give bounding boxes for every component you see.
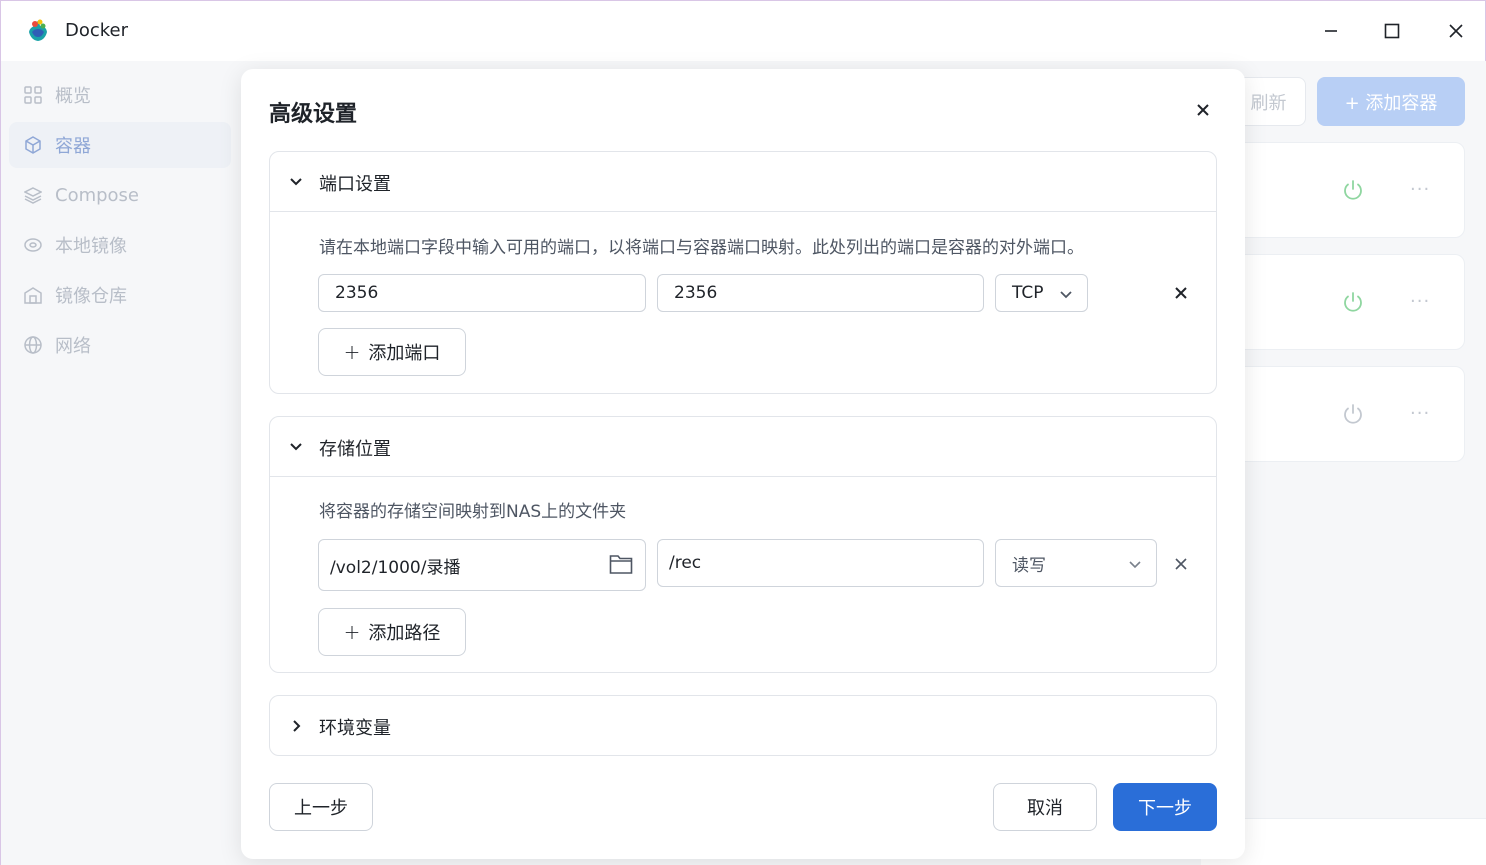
plus-icon: + bbox=[343, 340, 361, 364]
section-title: 端口设置 bbox=[319, 174, 391, 195]
window-close-button[interactable] bbox=[1440, 15, 1472, 47]
globe-icon bbox=[23, 335, 43, 355]
docker-logo bbox=[25, 18, 51, 44]
container-path-input[interactable]: /rec bbox=[657, 539, 984, 587]
local-port-value: 2356 bbox=[335, 283, 379, 303]
close-icon bbox=[1449, 24, 1463, 38]
sidebar-item-label: 本地镜像 bbox=[55, 236, 127, 257]
cube-icon bbox=[23, 135, 43, 155]
sidebar-item-label: 镜像仓库 bbox=[55, 286, 127, 307]
sidebar-item-containers[interactable]: 容器 bbox=[9, 122, 231, 168]
minimize-icon bbox=[1324, 24, 1338, 38]
chevron-down-icon bbox=[288, 174, 304, 190]
container-port-input[interactable]: 2356 bbox=[657, 274, 984, 312]
chevron-right-icon bbox=[288, 718, 304, 734]
remove-path-button[interactable] bbox=[1171, 555, 1191, 575]
access-mode-select[interactable]: 读写 bbox=[995, 539, 1157, 587]
maximize-icon bbox=[1384, 23, 1400, 39]
refresh-label: 刷新 bbox=[1250, 92, 1287, 114]
previous-step-button[interactable]: 上一步 bbox=[269, 783, 373, 831]
maximize-button[interactable] bbox=[1376, 15, 1408, 47]
sidebar-item-label: Compose bbox=[55, 184, 140, 206]
sidebar-item-registry[interactable]: 镜像仓库 bbox=[9, 272, 231, 318]
container-port-value: 2356 bbox=[674, 283, 718, 303]
chevron-down-icon bbox=[288, 439, 304, 455]
sidebar: 概览 容器 Compose 本地镜像 镜像仓库 网络 bbox=[1, 61, 241, 865]
next-step-button[interactable]: 下一步 bbox=[1113, 783, 1217, 831]
add-container-label: + 添加容器 bbox=[1344, 92, 1438, 114]
dialog-close-button[interactable] bbox=[1191, 99, 1215, 123]
sidebar-item-label: 概览 bbox=[55, 86, 91, 107]
add-port-label: 添加端口 bbox=[368, 343, 441, 364]
power-icon[interactable] bbox=[1342, 291, 1364, 317]
sidebar-item-local-images[interactable]: 本地镜像 bbox=[9, 222, 231, 268]
sidebar-item-overview[interactable]: 概览 bbox=[9, 72, 231, 118]
power-icon[interactable] bbox=[1342, 179, 1364, 205]
sidebar-item-network[interactable]: 网络 bbox=[9, 322, 231, 368]
protocol-value: TCP bbox=[1012, 283, 1044, 303]
power-icon[interactable] bbox=[1342, 403, 1364, 429]
protocol-select[interactable]: TCP bbox=[995, 274, 1088, 312]
section-title: 环境变量 bbox=[319, 718, 391, 739]
storage-description: 将容器的存储空间映射到NAS上的文件夹 bbox=[319, 502, 627, 522]
env-variables-section: 环境变量 bbox=[269, 695, 1217, 756]
cancel-button[interactable]: 取消 bbox=[993, 783, 1097, 831]
access-mode-value: 读写 bbox=[1012, 555, 1046, 576]
container-path-value: /rec bbox=[669, 553, 702, 573]
close-icon bbox=[1196, 102, 1210, 121]
add-container-button[interactable]: + 添加容器 bbox=[1317, 77, 1465, 126]
sidebar-item-compose[interactable]: Compose bbox=[9, 172, 231, 218]
sidebar-item-label: 容器 bbox=[55, 136, 91, 157]
port-description: 请在本地端口字段中输入可用的端口，以将端口与容器端口映射。此处列出的端口是容器的… bbox=[319, 238, 1084, 258]
more-icon[interactable]: ··· bbox=[1410, 179, 1430, 200]
add-port-button[interactable]: + 添加端口 bbox=[318, 328, 466, 376]
port-settings-section: 端口设置 请在本地端口字段中输入可用的端口，以将端口与容器端口映射。此处列出的端… bbox=[269, 151, 1217, 394]
add-path-label: 添加路径 bbox=[368, 623, 441, 644]
layers-icon bbox=[23, 185, 43, 205]
app-title: Docker bbox=[65, 20, 129, 41]
more-icon[interactable]: ··· bbox=[1410, 403, 1430, 424]
chevron-down-icon bbox=[1059, 287, 1073, 307]
section-title: 存储位置 bbox=[319, 439, 391, 460]
plus-icon: + bbox=[343, 620, 361, 644]
advanced-settings-dialog: 高级设置 端口设置 请在本地端口字段中输入可用的端口，以将端口与容器端口映射。此… bbox=[241, 69, 1245, 859]
port-settings-header[interactable]: 端口设置 bbox=[270, 152, 1216, 212]
title-bar: Docker bbox=[1, 1, 1485, 61]
storage-section: 存储位置 将容器的存储空间映射到NAS上的文件夹 /vol2/1000/录播 /… bbox=[269, 416, 1217, 673]
dialog-title: 高级设置 bbox=[269, 102, 358, 127]
env-variables-header[interactable]: 环境变量 bbox=[270, 696, 1216, 756]
warehouse-icon bbox=[23, 285, 43, 305]
divider bbox=[270, 211, 1216, 212]
add-path-button[interactable]: + 添加路径 bbox=[318, 608, 466, 656]
divider bbox=[270, 476, 1216, 477]
close-icon bbox=[1174, 285, 1188, 304]
grid-icon bbox=[23, 85, 43, 105]
folder-icon[interactable] bbox=[609, 553, 633, 580]
storage-header[interactable]: 存储位置 bbox=[270, 417, 1216, 477]
host-path-input[interactable]: /vol2/1000/录播 bbox=[318, 539, 646, 591]
chevron-down-icon bbox=[1128, 557, 1142, 577]
remove-port-button[interactable] bbox=[1171, 284, 1191, 304]
app-window: Docker 概览 容器 Compose 本地镜像 镜像仓库 网络 刷新 + 添… bbox=[0, 0, 1486, 865]
more-icon[interactable]: ··· bbox=[1410, 291, 1430, 312]
close-icon bbox=[1174, 556, 1188, 575]
disk-icon bbox=[23, 235, 43, 255]
minimize-button[interactable] bbox=[1315, 15, 1347, 47]
local-port-input[interactable]: 2356 bbox=[318, 274, 646, 312]
sidebar-item-label: 网络 bbox=[55, 336, 91, 357]
host-path-value: /vol2/1000/录播 bbox=[330, 557, 461, 578]
